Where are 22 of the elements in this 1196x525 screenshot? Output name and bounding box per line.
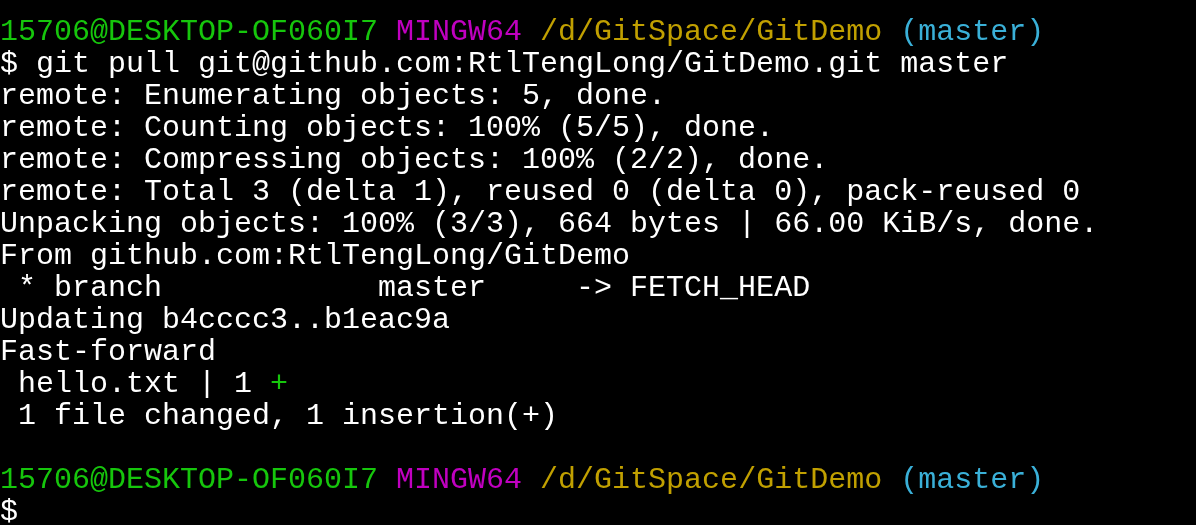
prompt-shell: MINGW64 <box>396 16 523 48</box>
output-line: remote: Counting objects: 100% (5/5), done. <box>0 111 775 145</box>
output-line: Updating b4cccc3..b1eac9a <box>0 303 451 337</box>
prompt-branch: (master) <box>900 464 1045 496</box>
output-line: remote: Total 3 (delta 1), reused 0 (delta 0), pack-reused 0 <box>0 175 1081 209</box>
prompt-path: /d/GitSpace/GitDemo <box>540 464 883 496</box>
prompt-user: 15706@DESKTOP-OF060I7 <box>0 16 379 48</box>
output-line: remote: Enumerating objects: 5, done. <box>0 79 667 113</box>
output-line: remote: Compressing objects: 100% (2/2), done. <box>0 143 829 177</box>
output-line: Unpacking objects: 100% (3/3), 664 bytes | 66.00 KiB/s, done. <box>0 207 1099 241</box>
output-line: * branch master -> FETCH_HEAD <box>17 271 811 305</box>
prompt-branch: (master) <box>900 16 1045 48</box>
output-line: Fast-forward <box>0 335 217 369</box>
output-line: $ git pull git@github.com:RtlTengLong/GitDemo.git master <box>0 47 1009 81</box>
output-text: hello.txt | 1 <box>17 368 254 400</box>
output-line: 1 file changed, 1 insertion(+) <box>17 399 559 433</box>
output-line: $ <box>0 495 18 525</box>
prompt-path: /d/GitSpace/GitDemo <box>540 16 883 48</box>
output-line: From github.com:RtlTengLong/GitDemo <box>0 239 631 273</box>
prompt-shell: MINGW64 <box>396 464 523 496</box>
output-text: + <box>270 368 289 400</box>
prompt-user: 15706@DESKTOP-OF060I7 <box>0 464 379 496</box>
